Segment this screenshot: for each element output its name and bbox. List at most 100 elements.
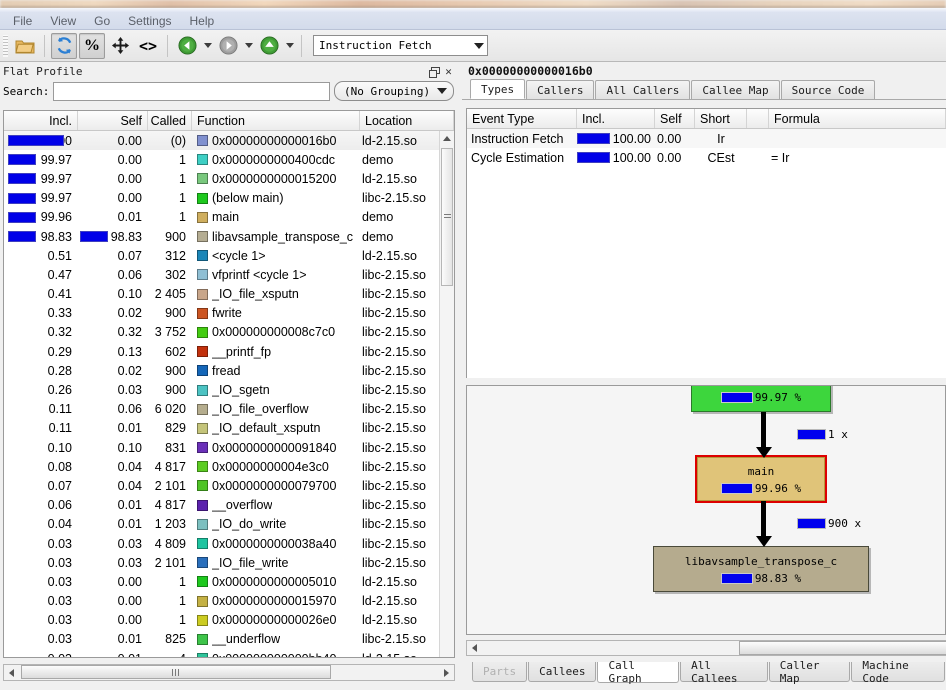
table-row[interactable]: 0.03 0.00 1 0x00000000000026e0 ld-2.15.so (4, 611, 454, 630)
call-graph-node[interactable]: 99.97 % (691, 386, 831, 412)
event-column-header-incl[interactable]: Incl. (577, 109, 655, 128)
table-row[interactable]: 0.51 0.07 312 <cycle 1> ld-2.15.so (4, 246, 454, 265)
back-dropdown-arrow[interactable] (202, 33, 213, 59)
scroll-right-button[interactable] (439, 668, 454, 677)
table-horizontal-scrollbar[interactable] (3, 664, 455, 681)
move-button[interactable] (107, 33, 133, 59)
event-type-row[interactable]: Cycle Estimation 100.00 0.00 CEst = Ir (467, 148, 946, 167)
column-header-location[interactable]: Location (360, 111, 454, 130)
forward-dropdown-arrow[interactable] (243, 33, 254, 59)
table-row[interactable]: 0.11 0.06 6 020 _IO_file_overflow libc-2.15.… (4, 400, 454, 419)
call-graph-node[interactable]: main 99.96 % (695, 455, 827, 503)
bottom-tab-callees[interactable]: Callees (528, 662, 597, 682)
table-row[interactable]: 0.06 0.01 4 817 __overflow libc-2.15.so (4, 496, 454, 515)
table-row[interactable]: 99.97 0.00 1 0x0000000000400cdc demo (4, 150, 454, 169)
event-column-header-eventtype[interactable]: Event Type (467, 109, 577, 128)
menu-view[interactable]: View (41, 13, 85, 29)
toolbar-drag-handle[interactable] (3, 34, 8, 57)
table-row[interactable]: 0.03 0.03 4 809 0x0000000000038a40 libc-2.15… (4, 534, 454, 553)
table-row[interactable]: 0.030.0140x000000000000bb40ld-2.15.so (4, 649, 454, 657)
call-graph-view[interactable]: 99.97 % main 99.96 % libavsample_transpose_… (466, 385, 946, 635)
tab-all-callers[interactable]: All Callers (595, 80, 691, 99)
table-row[interactable]: 0.28 0.02 900 fread libc-2.15.so (4, 361, 454, 380)
call-graph-horizontal-scrollbar[interactable] (466, 640, 946, 656)
event-type-row[interactable]: Instruction Fetch 100.00 0.00 Ir (467, 129, 946, 148)
hscroll-track[interactable] (19, 665, 439, 680)
cell-called: 829 (165, 421, 186, 436)
table-row[interactable]: 0.11 0.01 829 _IO_default_xsputn libc-2.15.s… (4, 419, 454, 438)
cg-hscrollbar-thumb[interactable] (739, 641, 946, 655)
cg-hscroll-track[interactable] (481, 641, 946, 655)
open-folder-button[interactable] (12, 33, 38, 59)
event-column-header-self[interactable]: Self (655, 109, 695, 128)
up-button[interactable] (256, 33, 282, 59)
table-row[interactable]: 100.000.00(0)0x00000000000016b0ld-2.15.s… (4, 131, 454, 151)
search-input[interactable] (53, 81, 330, 101)
close-panel-button[interactable]: ✕ (441, 64, 456, 79)
event-type-combo[interactable]: Instruction Fetch (313, 35, 488, 56)
table-row[interactable]: 99.96 0.01 1 main demo (4, 208, 454, 227)
table-row[interactable]: 99.97 0.00 1 (below main) libc-2.15.so (4, 189, 454, 208)
reload-button[interactable] (51, 32, 77, 59)
table-row[interactable]: 0.32 0.32 3 752 0x000000000008c7c0 libc-2.15… (4, 323, 454, 342)
incl-value: 0.47 (47, 267, 72, 282)
event-column-header-short[interactable]: Short (695, 109, 747, 128)
column-header-self[interactable]: Self (78, 111, 148, 130)
tab-source-code[interactable]: Source Code (780, 80, 876, 99)
self-value: 0.03 (117, 536, 142, 551)
bottom-tab-all-callees[interactable]: All Callees (680, 659, 768, 685)
table-row[interactable]: 0.03 0.01 825 __underflow libc-2.15.so (4, 630, 454, 649)
forward-button[interactable] (215, 33, 241, 59)
table-vertical-scrollbar[interactable] (439, 131, 454, 657)
table-row[interactable]: 0.08 0.04 4 817 0x00000000004e3c0 libc-2.15.… (4, 457, 454, 476)
back-button[interactable] (174, 33, 200, 59)
table-row[interactable]: 0.07 0.04 2 101 0x0000000000079700 libc-2.15… (4, 476, 454, 495)
bottom-tab-caller-map[interactable]: Caller Map (768, 659, 851, 685)
tab-callee-map[interactable]: Callee Map (691, 80, 780, 99)
column-header-incl[interactable]: Incl. (4, 111, 78, 130)
hscrollbar-thumb[interactable] (21, 665, 331, 679)
table-row[interactable]: 99.97 0.00 1 0x0000000000015200 ld-2.15.so (4, 169, 454, 188)
scrollbar-thumb[interactable] (441, 148, 453, 286)
menu-file[interactable]: File (4, 13, 41, 29)
column-header-called[interactable]: Called (148, 111, 192, 130)
event-column-header-blank[interactable] (747, 109, 769, 128)
bottom-tab-machine-code[interactable]: Machine Code (851, 659, 946, 685)
scroll-left-button[interactable] (4, 668, 19, 677)
cell-called: 6 020 (154, 402, 186, 417)
table-row[interactable]: 0.04 0.01 1 203 _IO_do_write libc-2.15.so (4, 515, 454, 534)
scroll-up-button[interactable] (440, 131, 454, 146)
horizontal-splitter[interactable] (466, 379, 946, 384)
grouping-combo[interactable]: (No Grouping) (334, 81, 454, 101)
tab-callers[interactable]: Callers (526, 80, 595, 99)
table-row[interactable]: 0.33 0.02 900 fwrite libc-2.15.so (4, 304, 454, 323)
menu-settings[interactable]: Settings (119, 13, 180, 29)
menu-go[interactable]: Go (85, 13, 119, 29)
column-header-function[interactable]: Function (192, 111, 360, 130)
call-graph-node[interactable]: libavsample_transpose_c 98.83 % (653, 546, 869, 592)
table-row[interactable]: 0.03 0.00 1 0x0000000000005010 ld-2.15.so (4, 572, 454, 591)
table-row[interactable]: 0.47 0.06 302 vfprintf <cycle 1> libc-2.15.s… (4, 265, 454, 284)
code-button[interactable]: <> (135, 33, 161, 59)
call-graph-canvas[interactable]: 99.97 % main 99.96 % libavsample_transpose_… (467, 386, 945, 634)
percent-toggle-button[interactable]: % (79, 32, 105, 59)
tab-types[interactable]: Types (470, 79, 526, 99)
table-row[interactable]: 0.10 0.10 831 0x0000000000091840 libc-2.15.s… (4, 438, 454, 457)
table-row[interactable]: 0.41 0.10 2 405 _IO_file_xsputn libc-2.15.so (4, 285, 454, 304)
function-color-swatch-icon (197, 154, 208, 166)
event-self-value: 0.00 (657, 150, 682, 165)
bottom-tab-call-graph[interactable]: Call Graph (597, 659, 680, 685)
scroll-down-button[interactable] (440, 642, 454, 657)
up-dropdown-arrow[interactable] (284, 33, 295, 59)
self-value: 0.01 (117, 421, 142, 436)
table-row[interactable]: 0.26 0.03 900 _IO_sgetn libc-2.15.so (4, 380, 454, 399)
undock-button[interactable] (426, 64, 441, 79)
table-row[interactable]: 0.03 0.03 2 101 _IO_file_write libc-2.15.so (4, 553, 454, 572)
table-row[interactable]: 0.29 0.13 602 __printf_fp libc-2.15.so (4, 342, 454, 361)
event-column-header-formula[interactable]: Formula (769, 109, 946, 128)
event-table-body: Instruction Fetch 100.00 0.00 Ir Cycle Estim… (467, 129, 946, 167)
cg-scroll-left-button[interactable] (467, 644, 481, 652)
table-row[interactable]: 0.03 0.00 1 0x0000000000015970 ld-2.15.so (4, 592, 454, 611)
menu-help[interactable]: Help (181, 13, 224, 29)
table-row[interactable]: 98.83 98.83 900 libavsample_transpose_c demo (4, 227, 454, 246)
